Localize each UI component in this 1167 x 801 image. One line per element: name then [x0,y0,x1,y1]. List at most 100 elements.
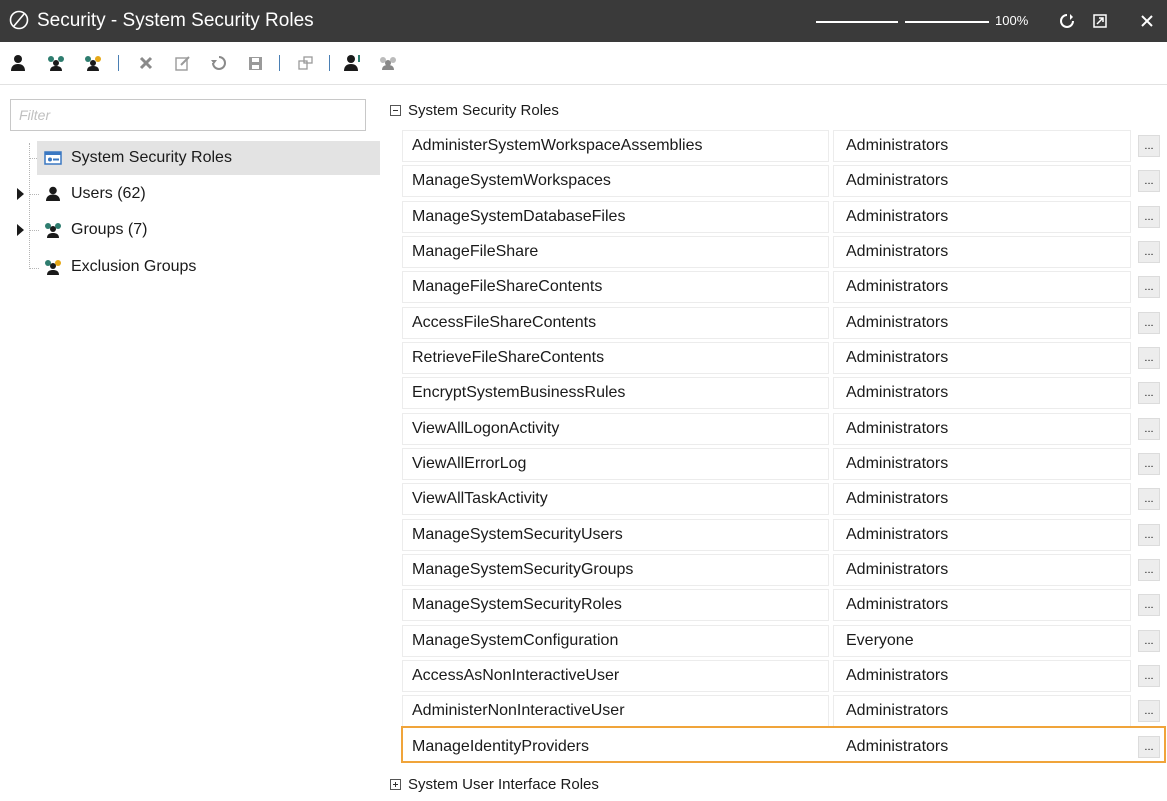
role-more-cell: ... [1133,413,1165,445]
role-row[interactable]: AccessFileShareContents Administrators... [402,306,1165,340]
ellipsis-button[interactable]: ... [1138,700,1160,722]
group-header-system-security-roles[interactable]: System Security Roles [390,93,559,127]
tree-node-system-security-roles[interactable]: System Security Roles [37,141,381,175]
ellipsis-button[interactable]: ... [1138,736,1160,758]
role-row[interactable]: ManageFileShare Administrators... [402,235,1165,269]
role-assigned-group[interactable]: Administrators [833,342,1131,374]
role-assigned-group[interactable]: Everyone [833,625,1131,657]
role-assigned-group[interactable]: Administrators [833,236,1131,268]
role-assigned-group[interactable]: Administrators [833,448,1131,480]
tree-node-label: Exclusion Groups [71,258,197,275]
role-row[interactable]: ManageFileShareContents Administrators... [402,270,1165,304]
role-row[interactable]: ManageSystemWorkspaces Administrators... [402,164,1165,198]
role-row[interactable]: ManageSystemSecurityGroups Administrators… [402,553,1165,587]
role-more-cell: ... [1133,519,1165,551]
role-row[interactable]: AdministerNonInteractiveUser Administrato… [402,694,1165,728]
expand-groups-icon[interactable] [17,224,24,236]
role-assigned-group[interactable]: Administrators [833,130,1131,162]
role-row[interactable]: ManageSystemConfiguration Everyone... [402,624,1165,658]
roles-grid: System Security Roles AdministerSystemWo… [380,85,1167,793]
role-assigned-group[interactable]: Administrators [833,554,1131,586]
role-row[interactable]: EncryptSystemBusinessRules Administrators… [402,376,1165,410]
save-icon[interactable] [243,51,267,75]
role-more-cell: ... [1133,589,1165,621]
role-more-cell: ... [1133,130,1165,162]
ellipsis-button[interactable]: ... [1138,418,1160,440]
role-name: ManageSystemDatabaseFiles [402,201,829,233]
tree-node-users[interactable]: Users (62) [43,177,146,211]
ellipsis-button[interactable]: ... [1138,382,1160,404]
role-row[interactable]: ManageSystemSecurityUsers Administrators.… [402,518,1165,552]
role-assigned-group[interactable]: Administrators [833,201,1131,233]
tree-node-exclusion-groups[interactable]: Exclusion Groups [43,250,196,284]
role-assigned-group[interactable]: Administrators [833,731,1131,763]
role-assigned-group[interactable]: Administrators [833,519,1131,551]
role-assigned-group[interactable]: Administrators [833,695,1131,727]
ellipsis-button[interactable]: ... [1138,665,1160,687]
group-role-icon[interactable] [376,51,400,75]
role-assigned-group[interactable]: Administrators [833,307,1131,339]
ellipsis-button[interactable]: ... [1138,453,1160,475]
tree-node-groups[interactable]: Groups (7) [43,213,147,247]
refresh-sync-icon[interactable] [1056,10,1078,32]
ellipsis-button[interactable]: ... [1138,630,1160,652]
edit-icon[interactable] [171,51,195,75]
role-name: AdministerSystemWorkspaceAssemblies [402,130,829,162]
zoom-percent: 100% [995,13,1029,28]
ellipsis-button[interactable]: ... [1138,488,1160,510]
ellipsis-button[interactable]: ... [1138,524,1160,546]
role-assigned-group[interactable]: Administrators [833,660,1131,692]
window-title: Security - System Security Roles [37,10,314,31]
role-row[interactable]: ManageIdentityProviders Administrators... [402,730,1165,764]
role-row[interactable]: ManageSystemDatabaseFiles Administrators.… [402,200,1165,234]
group-header-system-ui-roles[interactable]: System User Interface Roles [390,767,599,801]
role-more-cell: ... [1133,271,1165,303]
role-row[interactable]: ManageSystemSecurityRoles Administrators.… [402,588,1165,622]
tree-connector [29,194,39,195]
role-row[interactable]: ViewAllErrorLog Administrators... [402,447,1165,481]
pop-out-icon[interactable] [1089,10,1111,32]
role-assigned-group[interactable]: Administrators [833,483,1131,515]
ellipsis-button[interactable]: ... [1138,347,1160,369]
ellipsis-button[interactable]: ... [1138,559,1160,581]
role-assigned-group[interactable]: Administrators [833,271,1131,303]
ellipsis-button[interactable]: ... [1138,312,1160,334]
zoom-slider-left[interactable] [816,21,898,23]
role-row[interactable]: AdministerSystemWorkspaceAssemblies Admin… [402,129,1165,163]
toolbar-separator [118,55,119,71]
title-bar: Security - System Security Roles 100% [0,0,1167,42]
role-more-cell: ... [1133,483,1165,515]
ellipsis-button[interactable]: ... [1138,135,1160,157]
delete-icon[interactable] [134,51,158,75]
ellipsis-button[interactable]: ... [1138,276,1160,298]
role-assigned-group[interactable]: Administrators [833,589,1131,621]
close-icon[interactable] [1136,10,1158,32]
user-role-icon[interactable] [341,51,365,75]
group-icon[interactable] [44,51,68,75]
role-name: ManageFileShare [402,236,829,268]
group-icon [43,220,63,240]
role-more-cell: ... [1133,201,1165,233]
exclusion-group-icon[interactable] [81,51,105,75]
ellipsis-button[interactable]: ... [1138,594,1160,616]
expand-icon[interactable] [390,778,401,790]
zoom-slider-right[interactable] [905,21,989,23]
role-row[interactable]: RetrieveFileShareContents Administrators.… [402,341,1165,375]
role-more-cell: ... [1133,307,1165,339]
role-row[interactable]: AccessAsNonInteractiveUser Administrators… [402,659,1165,693]
refresh-icon[interactable] [207,51,231,75]
copy-icon[interactable] [294,51,318,75]
ellipsis-button[interactable]: ... [1138,241,1160,263]
role-row[interactable]: ViewAllLogonActivity Administrators... [402,412,1165,446]
role-assigned-group[interactable]: Administrators [833,413,1131,445]
role-row[interactable]: ViewAllTaskActivity Administrators... [402,482,1165,516]
user-icon[interactable] [6,51,30,75]
ellipsis-button[interactable]: ... [1138,170,1160,192]
collapse-icon[interactable] [390,104,401,116]
toolbar-separator [279,55,280,71]
ellipsis-button[interactable]: ... [1138,206,1160,228]
role-assigned-group[interactable]: Administrators [833,377,1131,409]
filter-input[interactable] [10,99,366,131]
expand-users-icon[interactable] [17,188,24,200]
role-assigned-group[interactable]: Administrators [833,165,1131,197]
